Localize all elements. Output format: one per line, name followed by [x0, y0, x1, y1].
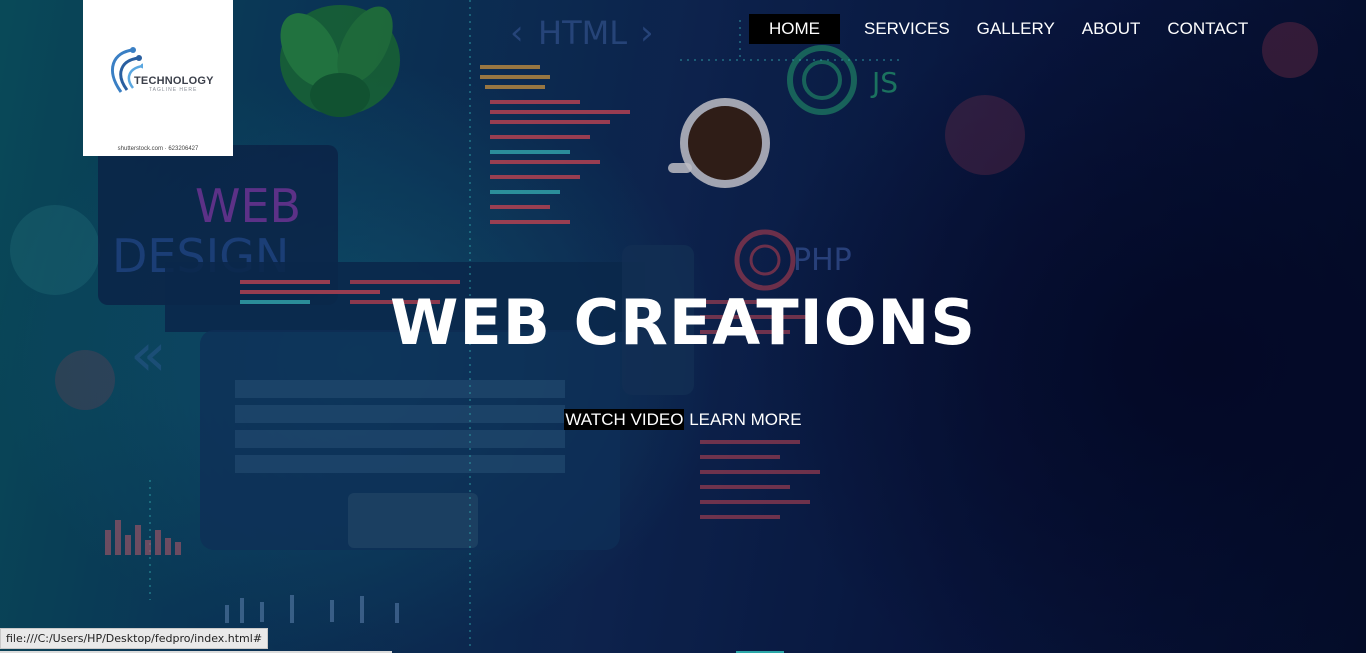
circuit-swoosh-icon — [111, 47, 143, 93]
watch-video-button[interactable]: WATCH VIDEO — [564, 409, 685, 430]
nav-about[interactable]: ABOUT — [1080, 14, 1143, 44]
hero-title: WEB CREATIONS — [390, 286, 976, 359]
nav-home[interactable]: HOME — [749, 14, 840, 44]
nav-contact[interactable]: CONTACT — [1165, 14, 1250, 44]
nav-gallery[interactable]: GALLERY — [975, 14, 1057, 44]
nav-services[interactable]: SERVICES — [862, 14, 952, 44]
main-nav: HOME SERVICES GALLERY ABOUT CONTACT — [749, 14, 1273, 44]
logo-credit: shutterstock.com · 623206427 — [117, 146, 199, 152]
browser-status-url: file:///C:/Users/HP/Desktop/fedpro/index… — [0, 628, 269, 649]
logo-name: TECHNOLOGY — [134, 75, 214, 87]
logo-tagline: TAGLINE HERE — [149, 87, 198, 93]
hero-actions: WATCH VIDEO LEARN MORE — [0, 409, 1366, 430]
landing-page: WEB DESIGN HTML ‹ › JS PHP « TECHNOLOGY … — [0, 0, 1366, 653]
site-logo[interactable]: TECHNOLOGY TAGLINE HERE shutterstock.com… — [83, 0, 233, 156]
learn-more-button[interactable]: LEARN MORE — [689, 410, 801, 429]
